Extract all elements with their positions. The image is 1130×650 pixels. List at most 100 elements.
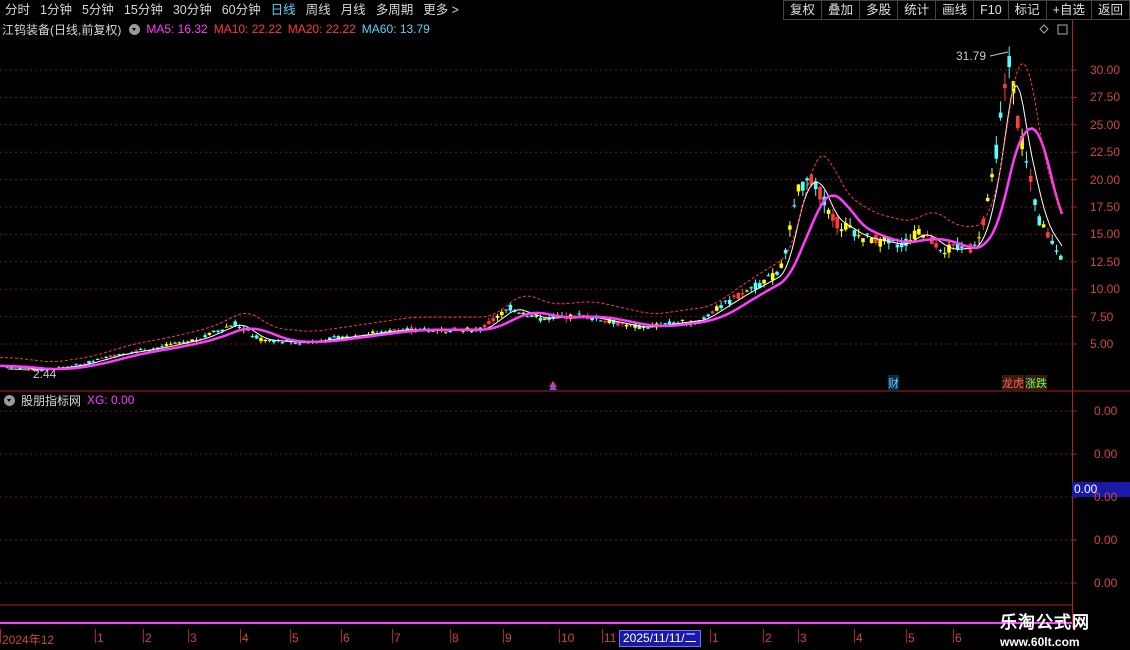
toolbar-button[interactable]: 画线 — [935, 0, 974, 20]
period-tab[interactable]: 多周期 — [371, 0, 419, 20]
toolbar-button[interactable]: 返回 — [1090, 0, 1130, 20]
candle-body — [577, 313, 581, 315]
period-tab[interactable]: 更多 > — [418, 0, 464, 20]
candle-body — [250, 335, 255, 337]
date-label: 1 — [712, 631, 719, 645]
period-tab[interactable]: 5分钟 — [77, 0, 119, 20]
candle-body — [104, 357, 108, 359]
period-tabs: 分时 1分钟 5分钟 15分钟 30分钟 60分钟 日线 周线 月线 多周期 更多 > — [0, 0, 464, 20]
candle-body — [371, 331, 375, 334]
candle-body — [942, 252, 947, 255]
candle-body — [912, 230, 917, 240]
window-icon — [1057, 24, 1068, 35]
date-tick — [143, 629, 144, 643]
date-label: 5 — [292, 631, 299, 645]
candle-body — [87, 361, 91, 364]
date-label: 4 — [856, 631, 863, 645]
candle-body — [444, 331, 448, 333]
low-marker-line — [7, 368, 31, 371]
candle-body — [680, 319, 685, 321]
candle-body — [762, 279, 766, 284]
candle-body — [839, 229, 844, 232]
candle-body — [727, 299, 732, 305]
candle-body — [1054, 250, 1059, 252]
watermark-title: 乐淘公式网 — [1000, 613, 1090, 632]
date-tick — [906, 629, 907, 643]
toolbar-button[interactable]: +自选 — [1045, 0, 1091, 20]
watermark-logo: 乐淘公式网 www.60lt.com — [1000, 608, 1090, 649]
candle-body — [856, 235, 861, 237]
right-tool-buttons: 复权 叠加 多股 统计 画线 F10 标记 +自选 返回 — [783, 0, 1130, 20]
date-label: 1 — [97, 631, 104, 645]
candle-body — [646, 327, 650, 329]
candle-body — [229, 325, 233, 327]
candle-body — [783, 249, 788, 254]
date-label: 7 — [394, 631, 401, 645]
candle-body — [487, 320, 491, 325]
candle-body — [985, 197, 990, 201]
candle-body — [740, 293, 745, 295]
date-tick — [341, 629, 342, 643]
date-label: 6 — [343, 631, 350, 645]
candle-body — [1028, 175, 1033, 182]
candle-body — [168, 343, 173, 345]
candle-body — [14, 367, 18, 369]
toolbar-button[interactable]: F10 — [973, 0, 1008, 20]
date-tick — [290, 629, 291, 643]
toolbar-button[interactable]: 统计 — [897, 0, 936, 20]
candle-body — [100, 357, 104, 359]
toolbar-button[interactable]: 多股 — [859, 0, 898, 20]
candle-body — [1041, 224, 1046, 228]
candle-body — [766, 275, 771, 277]
candle-body — [517, 312, 521, 314]
xg-value: XG: 0.00 — [87, 393, 135, 407]
date-label: 6 — [955, 631, 962, 645]
candle-body — [977, 237, 981, 239]
date-tick — [95, 629, 96, 643]
candle-body — [164, 344, 169, 347]
candle-body — [1003, 84, 1007, 89]
kline-chart[interactable] — [0, 20, 1130, 628]
period-tab[interactable]: 分时 — [0, 0, 35, 20]
candle-body — [826, 209, 831, 214]
candle-body — [504, 309, 508, 311]
date-tick — [763, 629, 764, 643]
candle-body — [9, 367, 14, 369]
period-tab[interactable]: 60分钟 — [217, 0, 266, 20]
candle-body — [715, 306, 719, 311]
toolbar-button[interactable]: 复权 — [783, 0, 822, 20]
date-tick — [798, 629, 799, 643]
dropdown-circle-icon[interactable] — [129, 23, 141, 35]
candle-body — [801, 181, 805, 191]
candle-body — [998, 112, 1003, 118]
candle-body — [869, 238, 874, 244]
candle-body — [770, 273, 775, 281]
period-tab[interactable]: 30分钟 — [168, 0, 217, 20]
period-tab[interactable]: 1分钟 — [35, 0, 77, 20]
date-tick — [953, 629, 954, 643]
toolbar-button[interactable]: 标记 — [1007, 0, 1046, 20]
cursor-date-label: 2025/11/11/二 — [619, 630, 701, 647]
period-tab[interactable]: 月线 — [336, 0, 371, 20]
candle-body — [138, 348, 143, 350]
candle-body — [805, 178, 809, 181]
candle-body — [598, 320, 603, 322]
candle-body — [91, 361, 96, 363]
period-tab[interactable]: 日线 — [266, 0, 301, 20]
ma20-line — [0, 127, 1064, 371]
candle-body — [749, 287, 753, 289]
indicator-header: 股朋指标网 XG: 0.00 — [2, 392, 140, 408]
ma5-value: MA5: 16.32 — [146, 22, 208, 36]
candle-body — [1024, 161, 1029, 163]
date-tick — [503, 629, 504, 643]
candle-body — [667, 321, 672, 325]
date-tick — [602, 629, 603, 643]
indicator-dropdown-icon[interactable] — [4, 394, 15, 406]
date-label: 9 — [505, 631, 512, 645]
candle-body — [753, 282, 758, 290]
period-tab[interactable]: 15分钟 — [119, 0, 168, 20]
toolbar-button[interactable]: 叠加 — [821, 0, 860, 20]
period-tab[interactable]: 周线 — [301, 0, 336, 20]
candle-body — [960, 246, 964, 248]
candle-body — [934, 243, 938, 248]
